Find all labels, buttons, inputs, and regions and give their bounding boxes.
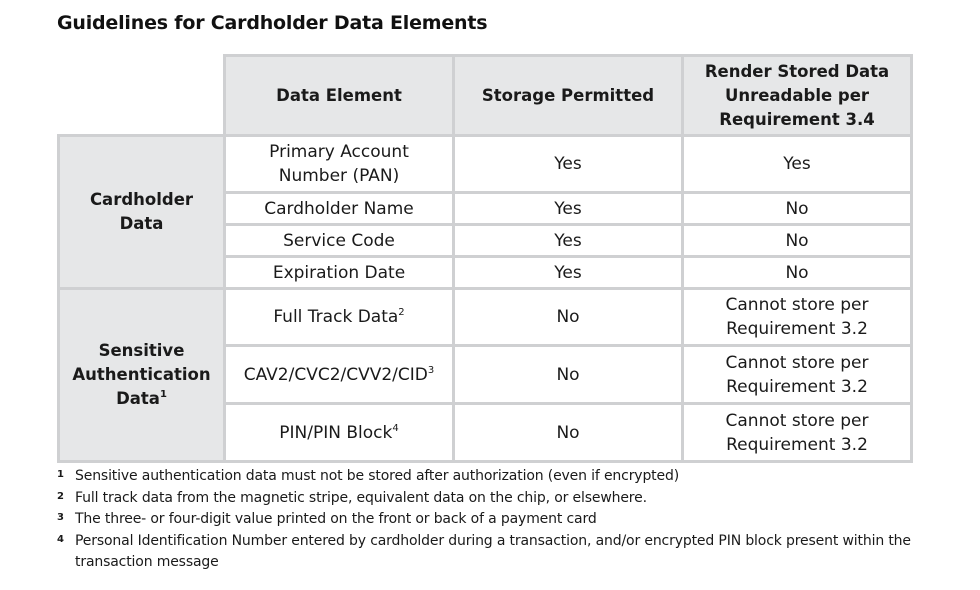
table-row: Sensitive Authentication Data1 Full Trac…	[57, 287, 913, 463]
group-label-line2: Data	[119, 214, 164, 233]
footnote: 1 Sensitive authentication data must not…	[57, 466, 937, 488]
footnote: 4 Personal Identification Number entered…	[57, 531, 937, 574]
render-cell: Yes	[681, 134, 913, 194]
footnote-mark: 2	[57, 490, 64, 502]
header-storage-permitted: Storage Permitted	[452, 54, 684, 137]
storage-cell: Yes	[452, 191, 684, 226]
header-render-unreadable: Render Stored Data Unreadable per Requir…	[681, 54, 913, 137]
footnote-mark: 3	[57, 512, 64, 523]
table-row: Cardholder Data Primary Account Number (…	[57, 134, 913, 290]
header-data-element: Data Element	[223, 54, 455, 137]
element-cell: Service Code	[223, 223, 455, 258]
group-label-line1: Sensitive	[98, 341, 185, 360]
footnote-text: Personal Identification Number entered b…	[75, 532, 911, 571]
element-cell: PIN/PIN Block4	[223, 402, 455, 463]
element-cell: Expiration Date	[223, 255, 455, 290]
element-cell: Cardholder Name	[223, 191, 455, 226]
render-cell: Cannot store per Requirement 3.2	[681, 344, 913, 405]
element-cell: CAV2/CVC2/CVV2/CID3	[223, 344, 455, 405]
render-cell: No	[681, 255, 913, 290]
header-row: Data Element Storage Permitted Render St…	[58, 54, 913, 137]
storage-cell: Yes	[452, 134, 684, 194]
footnote-ref: 4	[392, 422, 399, 434]
element-line1: Primary Account	[269, 142, 409, 162]
element-cell: Primary Account Number (PAN)	[223, 134, 455, 194]
footnote-ref: 2	[398, 307, 405, 318]
render-cell: Cannot store per Requirement 3.2	[681, 287, 913, 347]
storage-cell: No	[452, 287, 684, 347]
footnotes: 1 Sensitive authentication data must not…	[57, 466, 937, 574]
element-line2: Number (PAN)	[278, 166, 400, 186]
footnote: 3 The three- or four-digit value printed…	[57, 509, 937, 531]
render-cell: No	[681, 191, 913, 226]
header-render-line3: Requirement 3.4	[719, 109, 875, 129]
footnote-text: The three- or four-digit value printed o…	[75, 511, 597, 527]
header-render-line1: Render Stored Data	[704, 61, 890, 81]
page-title: Guidelines for Cardholder Data Elements	[57, 12, 488, 34]
storage-cell: Yes	[452, 255, 684, 290]
render-cell: No	[681, 223, 913, 258]
footnote-mark: 4	[57, 533, 64, 545]
header-render-line2: Unreadable per	[724, 85, 870, 105]
header-blank-cell	[58, 55, 225, 136]
render-cell: Cannot store per Requirement 3.2	[681, 402, 913, 463]
storage-cell: No	[452, 402, 684, 463]
group-sensitive-authentication-data: Sensitive Authentication Data1	[57, 287, 226, 463]
group-label-line1: Cardholder	[89, 190, 194, 209]
footnote: 2 Full track data from the magnetic stri…	[57, 488, 937, 510]
cardholder-data-table: Data Element Storage Permitted Render St…	[57, 54, 913, 463]
element-cell: Full Track Data2	[223, 287, 455, 347]
group-cardholder-data: Cardholder Data	[57, 134, 226, 290]
footnote-text: Full track data from the magnetic stripe…	[75, 489, 647, 506]
storage-cell: No	[452, 344, 684, 405]
footnote-ref: 1	[159, 389, 167, 400]
group-label-line2: Authentication	[72, 365, 211, 384]
group-label-line3: Data1	[116, 389, 167, 408]
footnote-text: Sensitive authentication data must not b…	[75, 468, 680, 484]
footnote-ref: 3	[427, 364, 435, 376]
storage-cell: Yes	[452, 223, 684, 258]
footnote-mark: 1	[57, 469, 64, 480]
